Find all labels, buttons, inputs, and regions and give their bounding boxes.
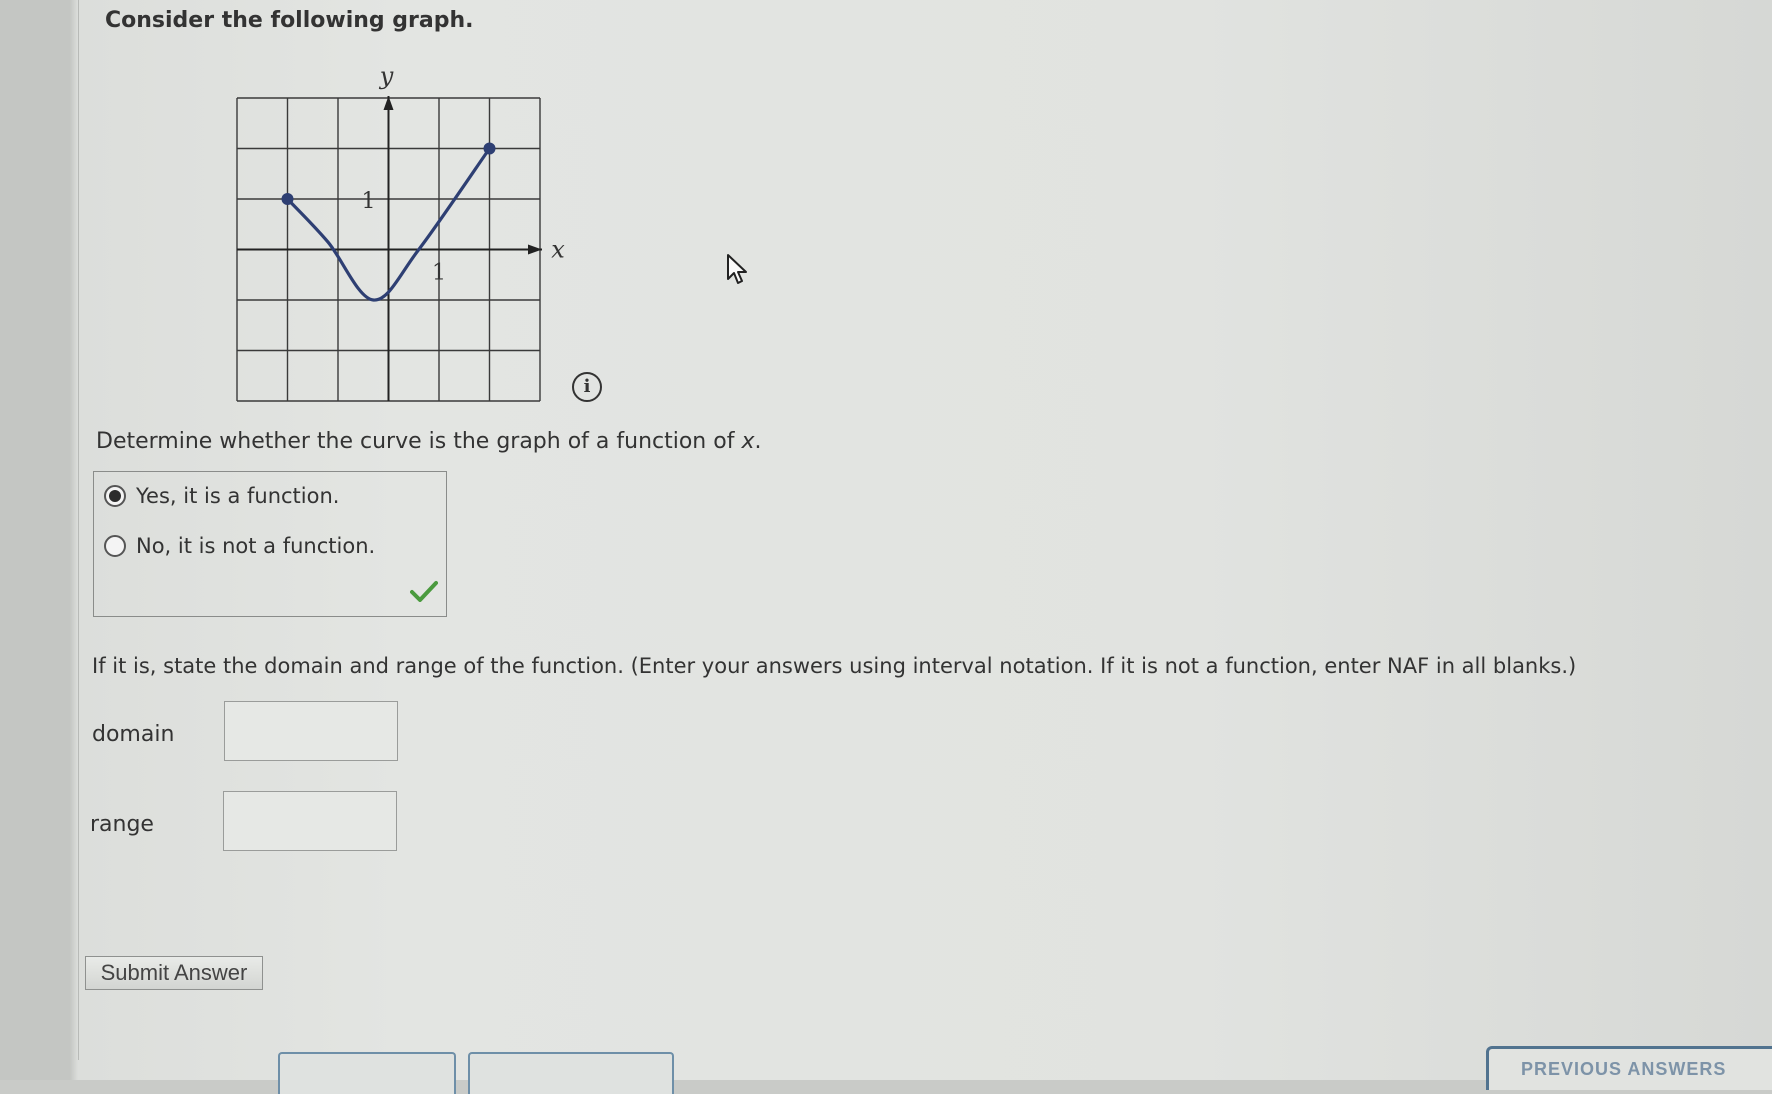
domain-input[interactable] (224, 701, 398, 761)
page-background: Consider the following graph. y x 1 1 i Det… (0, 0, 1772, 1094)
radio-yes[interactable] (104, 485, 126, 507)
info-icon[interactable]: i (572, 372, 602, 402)
mouse-cursor-icon (727, 254, 747, 284)
radio-no[interactable] (104, 535, 126, 557)
function-question: Determine whether the curve is the graph… (96, 429, 761, 454)
choice-no-label: No, it is not a function. (136, 534, 376, 558)
y-tick-label: 1 (362, 189, 376, 214)
question-prompt: Consider the following graph. (105, 8, 474, 33)
right-endpoint (483, 142, 496, 155)
x-axis-label: x (551, 236, 565, 264)
previous-answers-button[interactable]: PREVIOUS ANSWERS (1486, 1046, 1772, 1090)
y-axis-label: y (379, 62, 394, 90)
question-variable: x (741, 429, 755, 454)
answer-choices: Yes, it is a function. No, it is not a f… (93, 471, 447, 617)
nav-tab-1[interactable] (278, 1052, 456, 1094)
function-graph: y x 1 1 (236, 62, 565, 402)
submit-answer-button[interactable]: Submit Answer (85, 956, 263, 990)
choice-yes-label: Yes, it is a function. (136, 484, 340, 508)
range-label: range (90, 812, 154, 837)
question-period: . (754, 429, 762, 454)
range-input[interactable] (223, 791, 397, 851)
choice-no[interactable]: No, it is not a function. (104, 534, 375, 558)
question-text: Determine whether the curve is the graph… (96, 429, 742, 454)
x-tick-label: 1 (432, 261, 446, 286)
checkmark-icon (410, 581, 438, 602)
choice-yes[interactable]: Yes, it is a function. (104, 484, 339, 508)
nav-tab-2[interactable] (468, 1052, 674, 1094)
left-endpoint (281, 193, 294, 205)
instructions-text: If it is, state the domain and range of … (92, 654, 1577, 678)
domain-label: domain (92, 722, 175, 747)
